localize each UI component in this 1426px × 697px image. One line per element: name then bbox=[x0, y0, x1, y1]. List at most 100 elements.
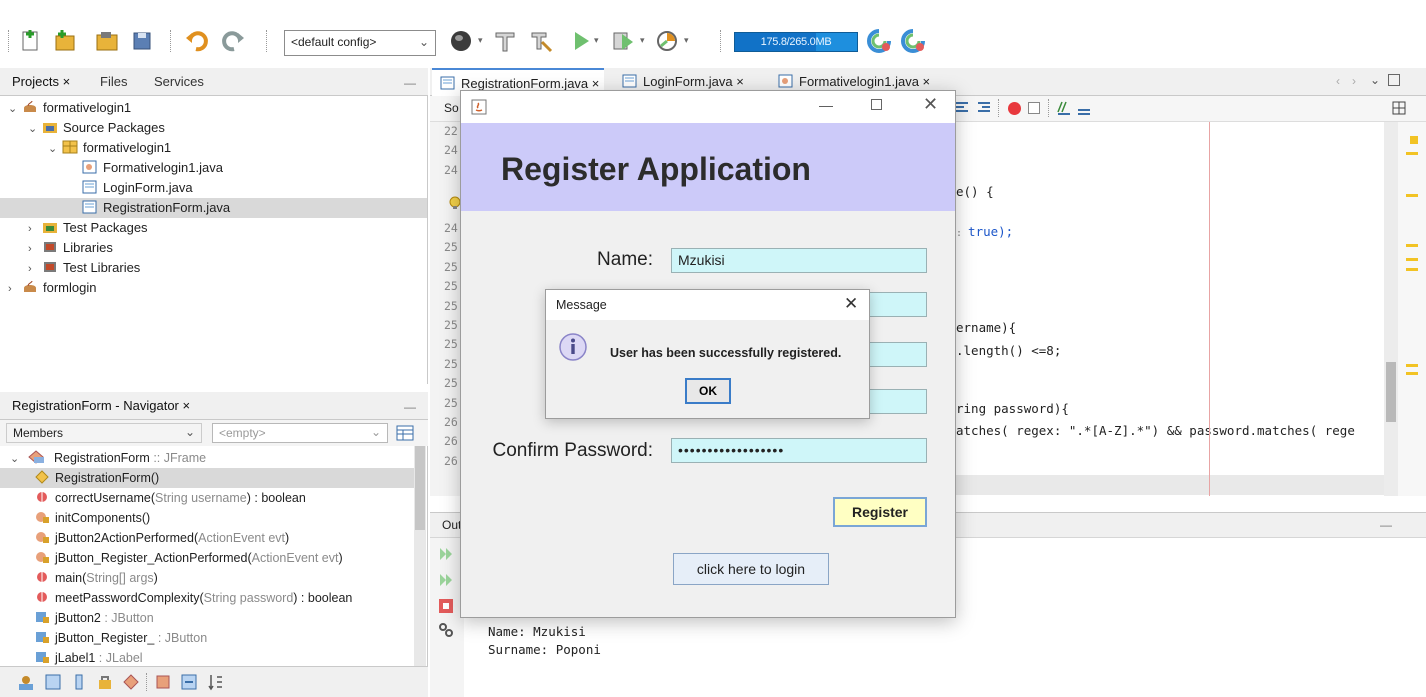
sort-source-icon[interactable] bbox=[206, 673, 224, 691]
split-editor-icon[interactable] bbox=[1392, 101, 1406, 115]
dropdown-arrow-icon[interactable]: ▾ bbox=[640, 35, 645, 46]
tab-files[interactable]: Files bbox=[100, 74, 127, 89]
tree-item[interactable]: › Test Libraries bbox=[0, 258, 427, 278]
name-field[interactable]: Mzukisi bbox=[671, 248, 927, 273]
scroll-tabs-right-icon[interactable]: › bbox=[1352, 74, 1356, 88]
expand-chevron-icon[interactable]: ⌄ bbox=[48, 139, 62, 159]
minimize-window-icon[interactable]: — bbox=[819, 97, 833, 113]
garbage-collect-icon[interactable] bbox=[866, 28, 892, 54]
tree-item[interactable]: ⌄ formativelogin1 bbox=[0, 98, 427, 118]
navigator-member[interactable]: jButton_Register_ActionPerformed(ActionE… bbox=[0, 548, 414, 568]
fields-filter-icon[interactable] bbox=[44, 673, 62, 691]
warning-marker-icon[interactable] bbox=[1410, 136, 1418, 144]
minimize-icon[interactable]: — bbox=[404, 400, 416, 414]
navigator-member[interactable]: RegistrationForm() bbox=[0, 468, 414, 488]
expand-chevron-icon[interactable]: ⌄ bbox=[10, 449, 24, 469]
expand-chevron-icon[interactable]: ⌄ bbox=[8, 99, 22, 119]
undo-icon[interactable] bbox=[184, 28, 210, 54]
globe-icon[interactable] bbox=[448, 28, 474, 54]
new-file-icon[interactable] bbox=[18, 28, 44, 54]
dropdown-arrow-icon[interactable]: ▾ bbox=[594, 35, 599, 46]
static-filter-icon[interactable] bbox=[70, 673, 88, 691]
tab-output[interactable]: Out bbox=[442, 518, 461, 532]
rerun-with-options-icon[interactable] bbox=[438, 572, 454, 588]
profile-ide-icon[interactable] bbox=[900, 28, 926, 54]
tree-item[interactable]: Formativelogin1.java bbox=[0, 158, 427, 178]
navigator-member[interactable]: jButton_Register_ : JButton bbox=[0, 628, 414, 648]
uncomment-icon[interactable] bbox=[1076, 100, 1092, 116]
navigator-member[interactable]: initComponents() bbox=[0, 508, 414, 528]
navigator-member[interactable]: correctUsername(String username) : boole… bbox=[0, 488, 414, 508]
dropdown-arrow-icon[interactable]: ▾ bbox=[478, 35, 483, 46]
ok-button[interactable]: OK bbox=[685, 378, 731, 404]
navigator-scrollbar[interactable] bbox=[414, 446, 426, 666]
record-macro-icon[interactable] bbox=[1008, 102, 1021, 115]
warning-marker[interactable] bbox=[1406, 268, 1418, 271]
debug-icon[interactable] bbox=[610, 28, 636, 54]
stop-icon[interactable] bbox=[438, 598, 454, 614]
tree-item[interactable]: › formlogin bbox=[0, 278, 427, 298]
tree-item[interactable]: RegistrationForm.java bbox=[0, 198, 427, 218]
tab-projects[interactable]: Projects × bbox=[12, 74, 70, 89]
redo-icon[interactable] bbox=[220, 28, 246, 54]
tree-item[interactable]: ⌄ Source Packages bbox=[0, 118, 427, 138]
warning-marker[interactable] bbox=[1406, 194, 1418, 197]
minimize-icon[interactable]: — bbox=[404, 76, 416, 90]
expand-chevron-icon[interactable]: ⌄ bbox=[28, 119, 42, 139]
navigator-member[interactable]: meetPasswordComplexity(String password) … bbox=[0, 588, 414, 608]
inherited-filter-icon[interactable] bbox=[122, 673, 140, 691]
minimize-icon[interactable]: — bbox=[1380, 518, 1392, 532]
rerun-icon[interactable] bbox=[438, 546, 454, 562]
login-button[interactable]: click here to login bbox=[673, 553, 829, 585]
collapse-chevron-icon[interactable]: › bbox=[28, 239, 42, 259]
run-icon[interactable] bbox=[568, 28, 594, 54]
navigator-root-row[interactable]: ⌄ RegistrationForm :: JFrame bbox=[0, 448, 206, 468]
close-window-icon[interactable]: ✕ bbox=[923, 94, 938, 115]
sort-alpha-icon[interactable] bbox=[180, 673, 198, 691]
tree-item[interactable]: › Test Packages bbox=[0, 218, 427, 238]
navigator-member[interactable]: jButton2 : JButton bbox=[0, 608, 414, 628]
non-public-filter-icon[interactable] bbox=[96, 673, 114, 691]
members-select[interactable]: Members ⌄ bbox=[6, 423, 202, 443]
inner-class-icon[interactable] bbox=[154, 673, 172, 691]
save-all-icon[interactable] bbox=[130, 28, 156, 54]
editor-scrollbar[interactable] bbox=[1384, 122, 1398, 496]
stop-macro-icon[interactable] bbox=[1028, 102, 1040, 114]
navigator-title[interactable]: RegistrationForm - Navigator × bbox=[12, 398, 190, 413]
navigator-member[interactable]: jButton2ActionPerformed(ActionEvent evt) bbox=[0, 528, 414, 548]
filter-table-icon[interactable] bbox=[396, 425, 414, 441]
shift-right-icon[interactable] bbox=[976, 100, 992, 116]
config-select[interactable]: <default config> ⌄ bbox=[284, 30, 436, 56]
register-button[interactable]: Register bbox=[833, 497, 927, 527]
warning-marker[interactable] bbox=[1406, 258, 1418, 261]
maximize-icon[interactable] bbox=[1388, 74, 1400, 86]
register-window-titlebar[interactable]: — ✕ bbox=[461, 91, 955, 123]
tree-item[interactable]: ⌄ formativelogin1 bbox=[0, 138, 427, 158]
toggle-comment-icon[interactable] bbox=[954, 100, 970, 116]
scrollbar-thumb[interactable] bbox=[1386, 362, 1396, 422]
source-tab[interactable]: So bbox=[444, 101, 459, 115]
warning-marker[interactable] bbox=[1406, 372, 1418, 375]
collapse-chevron-icon[interactable]: › bbox=[28, 259, 42, 279]
tree-item[interactable]: LoginForm.java bbox=[0, 178, 427, 198]
comment-icon[interactable] bbox=[1056, 100, 1072, 116]
message-dialog-titlebar[interactable]: Message ✕ bbox=[546, 290, 869, 320]
maximize-window-icon[interactable] bbox=[871, 99, 882, 110]
memory-usage-bar[interactable]: 175.8/265.0MB bbox=[734, 32, 858, 52]
collapse-chevron-icon[interactable]: › bbox=[8, 279, 22, 299]
scrollbar-thumb[interactable] bbox=[415, 446, 425, 530]
members-filter-icon[interactable] bbox=[16, 673, 36, 691]
scroll-tabs-left-icon[interactable]: ‹ bbox=[1336, 74, 1340, 88]
clean-build-icon[interactable] bbox=[528, 28, 554, 54]
filter-select[interactable]: <empty> ⌄ bbox=[212, 423, 388, 443]
warning-marker[interactable] bbox=[1406, 152, 1418, 155]
tab-list-chevron-icon[interactable]: ⌄ bbox=[1370, 73, 1380, 87]
profile-icon[interactable] bbox=[654, 28, 680, 54]
warning-marker[interactable] bbox=[1406, 244, 1418, 247]
open-project-icon[interactable] bbox=[94, 28, 120, 54]
close-dialog-icon[interactable]: ✕ bbox=[844, 294, 858, 314]
build-hammer-icon[interactable] bbox=[492, 28, 518, 54]
new-project-icon[interactable] bbox=[52, 28, 78, 54]
dropdown-arrow-icon[interactable]: ▾ bbox=[684, 35, 689, 46]
navigator-member[interactable]: main(String[] args) bbox=[0, 568, 414, 588]
